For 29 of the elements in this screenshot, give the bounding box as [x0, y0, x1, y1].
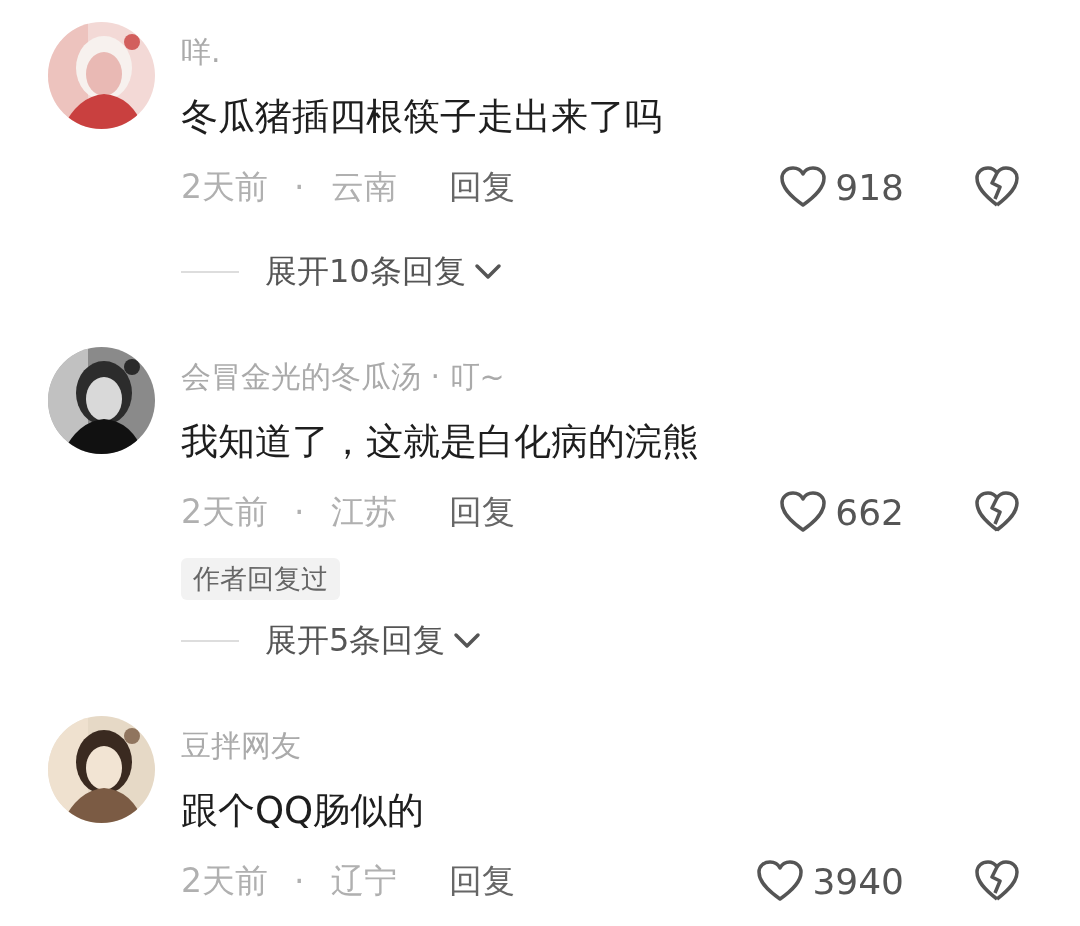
reply-link[interactable]: 回复 [448, 858, 515, 904]
heart-icon[interactable] [779, 165, 828, 209]
heart-icon[interactable] [756, 859, 805, 903]
chevron-down-icon [473, 263, 502, 281]
comment-text: 冬瓜猪插四根筷子走出来了吗 [181, 94, 662, 140]
like-count: 918 [835, 166, 904, 208]
separator: · [294, 861, 305, 901]
separator: · [294, 167, 305, 207]
broken-heart-icon[interactable] [974, 859, 1020, 903]
heart-icon[interactable] [779, 490, 828, 534]
location: 江苏 [330, 490, 397, 533]
broken-heart-icon[interactable] [974, 165, 1020, 209]
post-time: 2天前 [181, 490, 268, 533]
location: 云南 [330, 165, 397, 208]
chevron-down-icon [453, 632, 482, 650]
author-replied-tag: 作者回复过 [181, 558, 340, 600]
comment-text: 跟个QQ肠似的 [181, 788, 425, 834]
location: 辽宁 [330, 859, 397, 902]
separator: · [294, 492, 305, 532]
expand-replies-button[interactable]: 展开10条回复 [265, 250, 502, 294]
like-count: 662 [835, 491, 904, 533]
reply-link[interactable]: 回复 [448, 164, 515, 210]
post-time: 2天前 [181, 859, 268, 902]
post-time: 2天前 [181, 165, 268, 208]
comment-text: 我知道了，这就是白化病的浣熊 [181, 419, 699, 465]
expand-replies-button[interactable]: 展开5条回复 [265, 619, 482, 663]
reply-link[interactable]: 回复 [448, 489, 515, 535]
broken-heart-icon[interactable] [974, 490, 1020, 534]
like-count: 3940 [812, 860, 904, 902]
